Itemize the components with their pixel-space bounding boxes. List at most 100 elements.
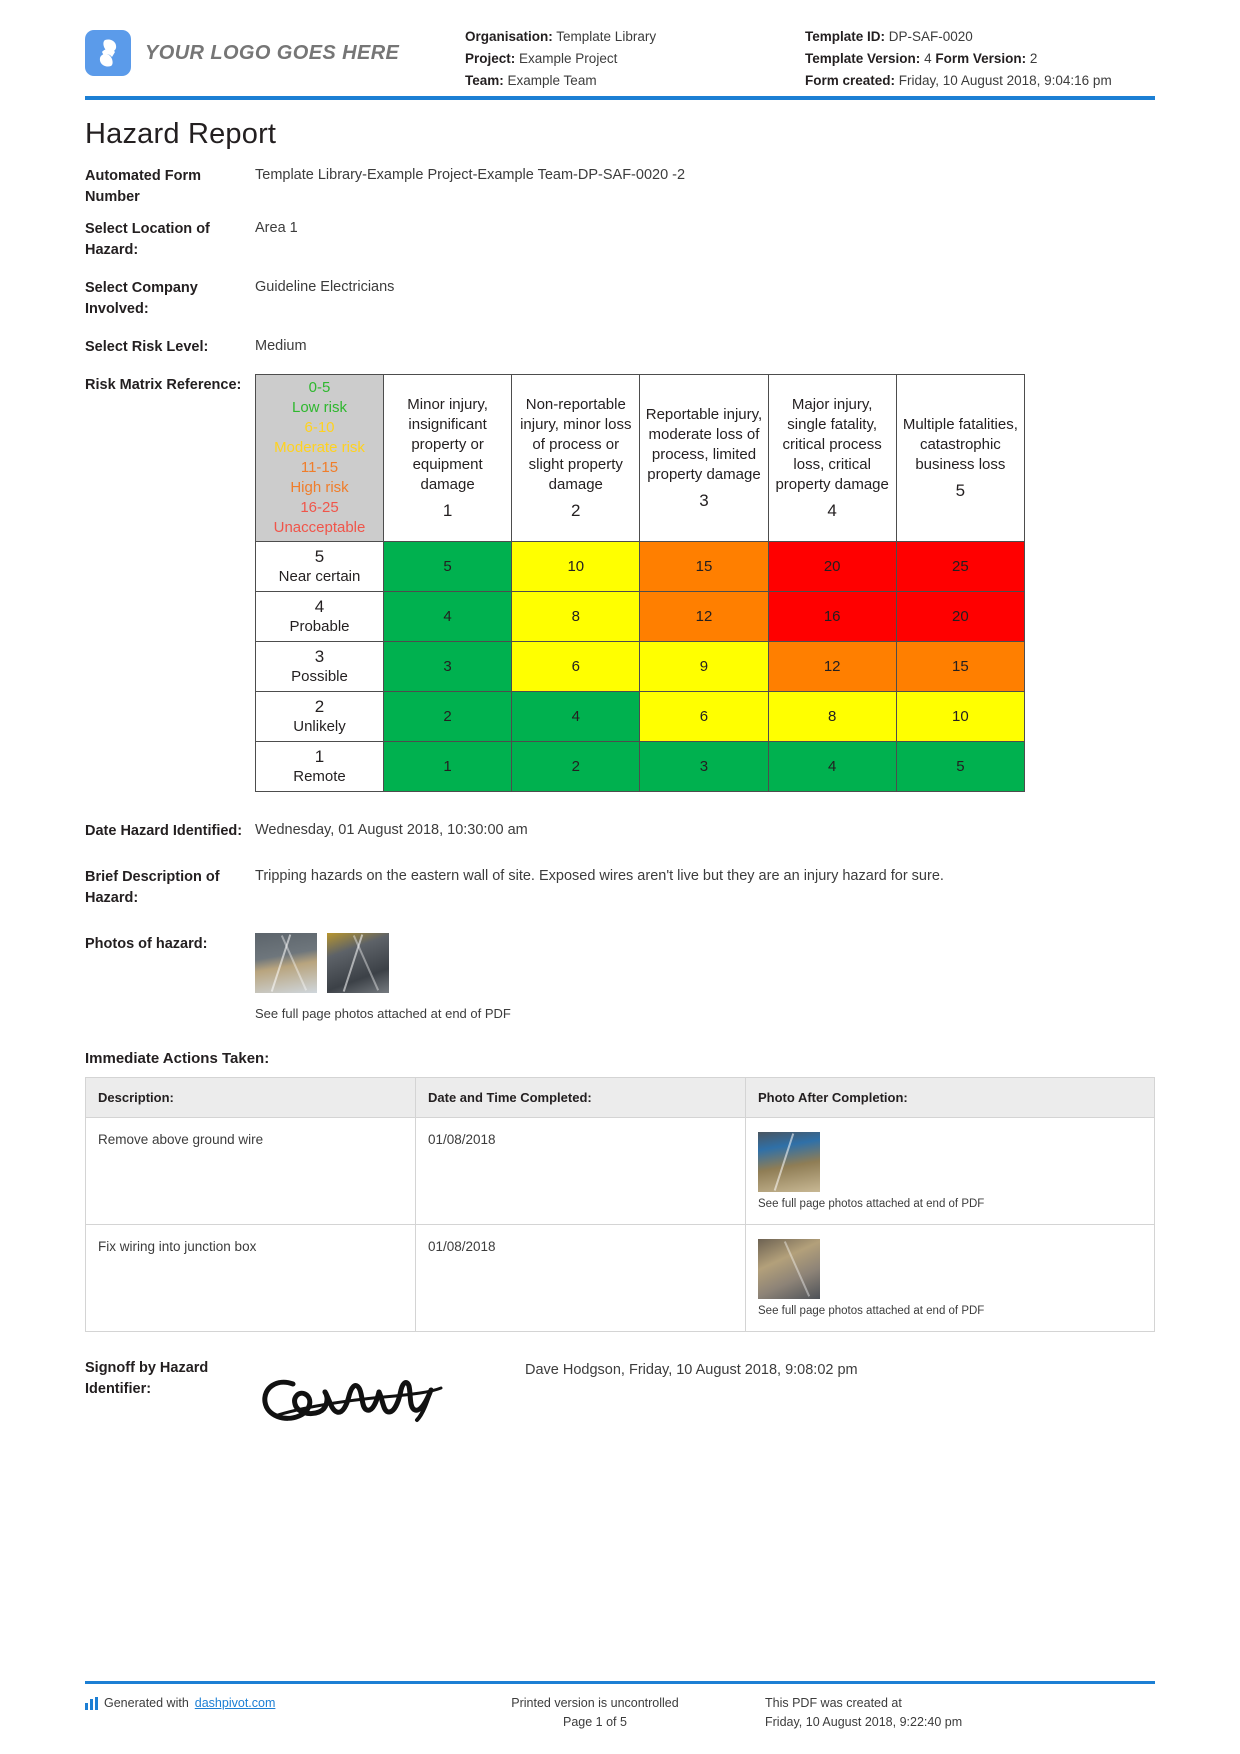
matrix-cell: 3 xyxy=(639,741,769,792)
footer-divider xyxy=(85,1681,1155,1684)
risk-matrix-table: 0-5 Low risk 6-10 Moderate risk 11-15 Hi… xyxy=(255,374,1026,792)
field-brief-description: Brief Description of Hazard: Tripping ha… xyxy=(85,866,1155,909)
meta-project-label: Project: xyxy=(465,51,516,66)
matrix-row-3: 3 Possible 3 6 9 12 15 xyxy=(255,641,1026,692)
meta-organisation: Organisation: Template Library xyxy=(465,26,805,48)
matrix-cell: 12 xyxy=(767,641,897,692)
meta-template-id-value: DP-SAF-0020 xyxy=(888,29,973,44)
likelihood-label: Unlikely xyxy=(293,717,346,735)
signoff-name-and-time: Dave Hodgson, Friday, 10 August 2018, 9:… xyxy=(525,1362,858,1378)
matrix-cell: 4 xyxy=(382,591,513,642)
action-photo-cell: See full page photos attached at end of … xyxy=(745,1117,1155,1225)
meta-team-label: Team: xyxy=(465,73,504,88)
matrix-cell: 10 xyxy=(895,691,1026,742)
table-row: Remove above ground wire 01/08/2018 See … xyxy=(85,1117,1155,1225)
legend-label-unacceptable: Unacceptable xyxy=(273,519,366,536)
matrix-cell: 6 xyxy=(639,691,769,742)
hazard-photos-caption: See full page photos attached at end of … xyxy=(255,1006,511,1021)
footer-print-notice: Printed version is uncontrolled Page 1 o… xyxy=(425,1694,765,1732)
consequence-index: 2 xyxy=(571,501,581,520)
meta-project-value: Example Project xyxy=(519,51,618,66)
field-label: Select Company Involved: xyxy=(85,280,198,317)
hazard-photo-thumbnail[interactable] xyxy=(255,933,317,993)
company-logo-icon xyxy=(85,30,131,76)
action-photo-caption: See full page photos attached at end of … xyxy=(758,1305,985,1317)
consequence-text: Reportable injury, moderate loss of proc… xyxy=(645,406,763,483)
matrix-cell: 15 xyxy=(895,641,1026,692)
matrix-cell: 16 xyxy=(767,591,897,642)
action-description: Remove above ground wire xyxy=(85,1117,416,1225)
likelihood-header-5: 5 Near certain xyxy=(255,541,384,592)
actions-col-photo: Photo After Completion: xyxy=(745,1077,1155,1118)
matrix-cell: 5 xyxy=(895,741,1026,792)
consequence-text: Major injury, single fatality, critical … xyxy=(775,396,889,493)
matrix-cell: 2 xyxy=(511,741,641,792)
consequence-header-1: Minor injury, insignificant property or … xyxy=(382,374,513,542)
table-row: Fix wiring into junction box 01/08/2018 … xyxy=(85,1224,1155,1332)
action-photo-thumbnail[interactable] xyxy=(758,1132,820,1192)
likelihood-num: 4 xyxy=(314,596,325,616)
dashpivot-link[interactable]: dashpivot.com xyxy=(195,1694,276,1713)
consequence-header-5: Multiple fatalities, catastrophic busine… xyxy=(895,374,1026,542)
field-risk-level: Select Risk Level: Medium xyxy=(85,336,1155,358)
field-value: Guideline Electricians xyxy=(255,279,395,295)
meta-team-value: Example Team xyxy=(507,73,597,88)
document-footer: Generated with dashpivot.com Printed ver… xyxy=(85,1694,1155,1732)
legend-range-high: 11-15 xyxy=(300,459,339,476)
photo-detail xyxy=(773,1133,794,1191)
likelihood-header-1: 1 Remote xyxy=(255,741,384,792)
matrix-cell: 20 xyxy=(767,541,897,592)
matrix-row-1: 1 Remote 1 2 3 4 5 xyxy=(255,741,1026,792)
likelihood-num: 5 xyxy=(314,546,325,566)
document-header: YOUR LOGO GOES HERE Organisation: Templa… xyxy=(0,0,1240,92)
page-number-text: Page 1 of 5 xyxy=(563,1715,627,1729)
consequence-header-2: Non-reportable injury, minor loss of pro… xyxy=(511,374,641,542)
signoff-section: Signoff by Hazard Identifier: Dave Hodgs… xyxy=(85,1358,1155,1439)
photo-detail xyxy=(270,934,291,992)
field-label: Select Risk Level: xyxy=(85,339,209,355)
action-photo-caption: See full page photos attached at end of … xyxy=(758,1198,985,1210)
consequence-header-4: Major injury, single fatality, critical … xyxy=(767,374,897,542)
actions-header-row: Description: Date and Time Completed: Ph… xyxy=(85,1077,1155,1118)
field-label: Risk Matrix Reference: xyxy=(85,377,242,393)
field-label: Select Location of Hazard: xyxy=(85,221,210,258)
consequence-text: Non-reportable injury, minor loss of pro… xyxy=(520,396,632,493)
printed-version-text: Printed version is uncontrolled xyxy=(511,1696,679,1710)
matrix-row-5: 5 Near certain 5 10 15 20 25 xyxy=(255,541,1026,592)
field-value: Medium xyxy=(255,338,307,354)
field-label: Brief Description of Hazard: xyxy=(85,869,220,906)
field-label: Date Hazard Identified: xyxy=(85,823,243,839)
logo-text: YOUR LOGO GOES HERE xyxy=(145,41,400,64)
photo-detail xyxy=(353,935,380,991)
matrix-cell: 20 xyxy=(895,591,1026,642)
field-label: Automated Form Number xyxy=(85,168,201,205)
action-description: Fix wiring into junction box xyxy=(85,1224,416,1332)
likelihood-label: Probable xyxy=(289,617,350,635)
risk-matrix-wrap: 0-5 Low risk 6-10 Moderate risk 11-15 Hi… xyxy=(255,374,1155,792)
likelihood-label: Remote xyxy=(293,767,346,785)
meta-template-version-value: 4 xyxy=(924,51,932,66)
consequence-index: 1 xyxy=(442,501,453,520)
legend-label-low: Low risk xyxy=(291,399,347,416)
matrix-row-2: 2 Unlikely 2 4 6 8 10 xyxy=(255,691,1026,742)
legend-range-moderate: 6-10 xyxy=(304,419,335,436)
consequence-text: Multiple fatalities, catastrophic busine… xyxy=(902,416,1018,473)
action-photo-thumbnail[interactable] xyxy=(758,1239,820,1299)
field-automated-form-number: Automated Form Number Template Library-E… xyxy=(85,165,1155,208)
meta-form-created: Form created: Friday, 10 August 2018, 9:… xyxy=(805,70,1155,92)
likelihood-header-2: 2 Unlikely xyxy=(255,691,384,742)
matrix-cell: 10 xyxy=(511,541,641,592)
matrix-cell: 2 xyxy=(382,691,513,742)
field-label: Photos of hazard: xyxy=(85,936,208,952)
hazard-photos-block: See full page photos attached at end of … xyxy=(255,933,1155,1024)
matrix-cell: 3 xyxy=(382,641,513,692)
matrix-cell: 12 xyxy=(639,591,769,642)
risk-legend-cell: 0-5 Low risk 6-10 Moderate risk 11-15 Hi… xyxy=(255,374,384,542)
likelihood-label: Near certain xyxy=(278,567,361,585)
hazard-photo-thumbnail[interactable] xyxy=(327,933,389,993)
photo-detail xyxy=(342,934,363,992)
meta-form-created-label: Form created: xyxy=(805,73,896,88)
immediate-actions-table: Description: Date and Time Completed: Ph… xyxy=(85,1077,1155,1332)
likelihood-header-4: 4 Probable xyxy=(255,591,384,642)
logo-block: YOUR LOGO GOES HERE xyxy=(85,22,465,76)
